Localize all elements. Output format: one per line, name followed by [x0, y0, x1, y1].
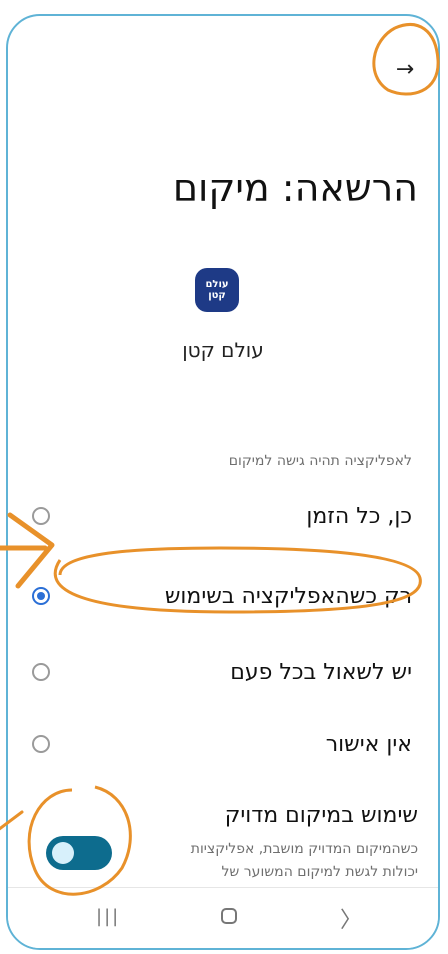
back-button[interactable]: → — [386, 50, 424, 88]
toggle-knob — [52, 842, 74, 864]
option-ask-every-time[interactable]: יש לשאול בכל פעם — [28, 644, 418, 700]
recent-apps-icon[interactable]: ||| — [96, 906, 120, 927]
precise-location-toggle[interactable] — [46, 836, 112, 870]
arrow-right-icon: → — [395, 56, 415, 82]
radio-button-selected[interactable] — [32, 587, 50, 605]
option-allow-all-the-time[interactable]: כן, כל הזמן — [28, 488, 418, 544]
radio-button[interactable] — [32, 663, 50, 681]
option-label: אין אישור — [325, 731, 412, 757]
navigation-bar: ||| 〉 — [8, 887, 438, 948]
section-label: לאפליקציה תהיה גישה למיקום — [228, 453, 412, 469]
app-icon-text-bottom: קטן — [208, 290, 226, 301]
phone-screen: → הרשאה: מיקום עולם קטן עולם קטן לאפליקצ… — [6, 14, 440, 950]
radio-button[interactable] — [32, 735, 50, 753]
app-icon-text-top: עולם — [205, 279, 229, 290]
home-icon[interactable] — [221, 908, 237, 924]
app-icon: עולם קטן — [195, 268, 239, 312]
nav-back-icon[interactable]: 〉 — [340, 902, 362, 934]
option-only-while-in-use[interactable]: רק כשהאפליקציה בשימוש — [28, 568, 418, 624]
radio-button[interactable] — [32, 507, 50, 525]
page-title: הרשאה: מיקום — [172, 166, 418, 210]
option-label: רק כשהאפליקציה בשימוש — [164, 583, 412, 609]
app-name: עולם קטן — [182, 338, 264, 362]
option-label: יש לשאול בכל פעם — [230, 659, 412, 685]
option-label: כן, כל הזמן — [306, 503, 412, 529]
precise-location-title: שימוש במיקום מדויק — [224, 803, 418, 828]
option-deny[interactable]: אין אישור — [28, 716, 418, 772]
